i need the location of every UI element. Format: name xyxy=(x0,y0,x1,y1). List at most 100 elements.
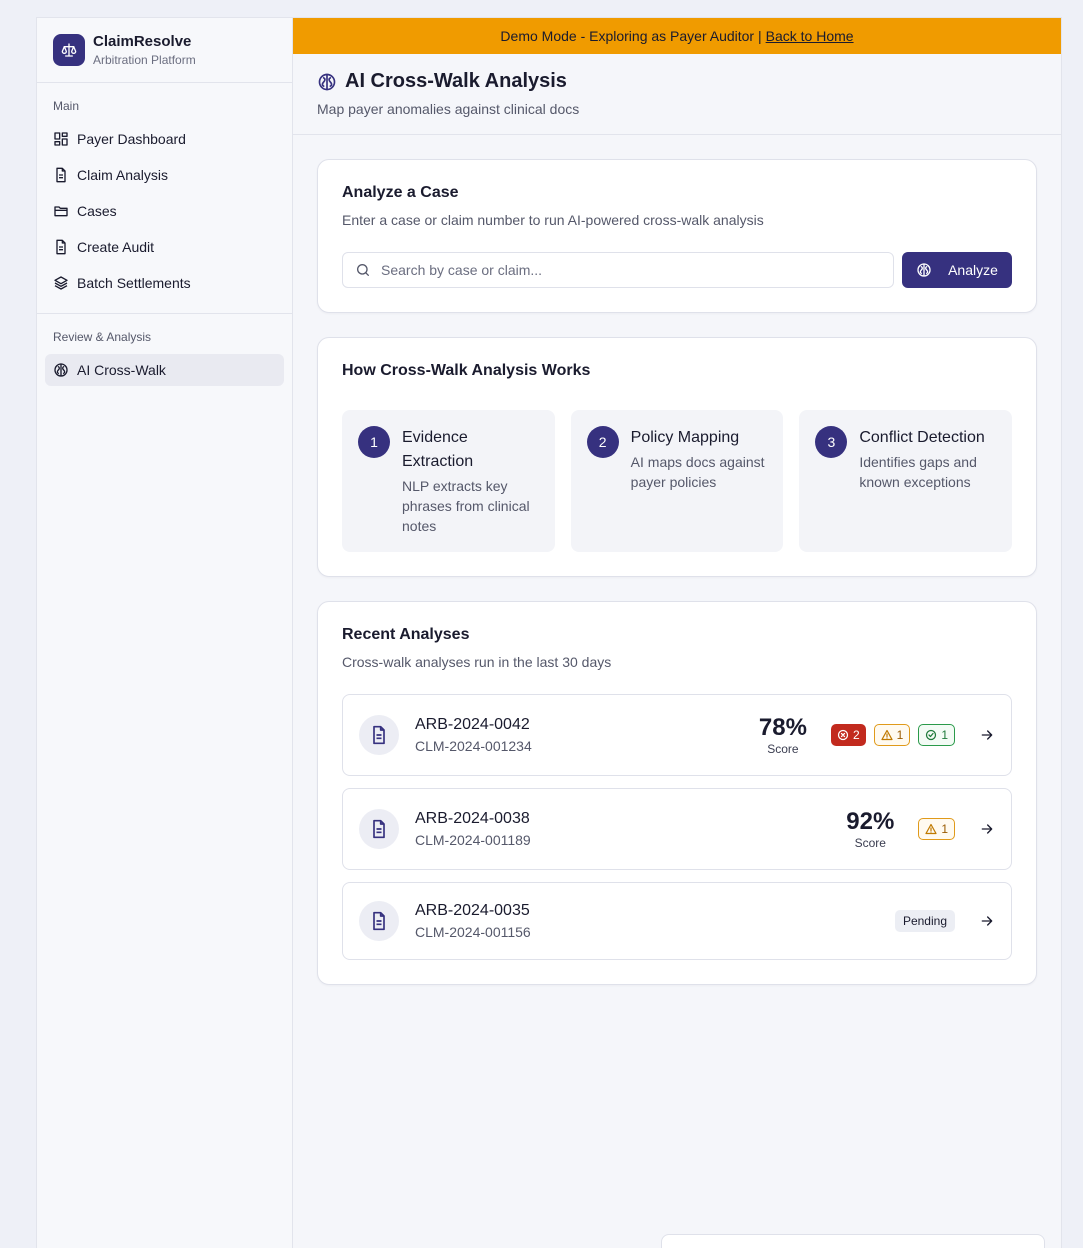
recent-title: Recent Analyses xyxy=(342,626,470,643)
step-title: Evidence Extraction xyxy=(402,429,474,470)
row-main: ARB-2024-0035 CLM-2024-001156 xyxy=(415,902,895,940)
search-input[interactable] xyxy=(381,262,881,278)
analysis-row[interactable]: ARB-2024-0038 CLM-2024-001189 92% Score … xyxy=(342,788,1012,870)
step-description: Identifies gaps and known exceptions xyxy=(859,454,977,490)
folder-icon xyxy=(54,206,68,217)
page-subtitle: Map payer anomalies against clinical doc… xyxy=(317,101,580,117)
warning-count: 1 xyxy=(941,822,948,836)
case-number: ARB-2024-0042 xyxy=(415,716,530,733)
step-card: 1 Evidence Extraction NLP extracts key p… xyxy=(342,410,555,552)
step-description: AI maps docs against payer policies xyxy=(630,454,765,490)
sidebar-item-label: Cases xyxy=(77,203,117,219)
analysis-list: ARB-2024-0042 CLM-2024-001234 78% Score … xyxy=(342,694,1012,960)
conflict-count: 2 xyxy=(852,728,860,742)
analyze-title: Analyze a Case xyxy=(342,184,459,201)
x-circle-icon xyxy=(837,729,849,741)
steps: 1 Evidence Extraction NLP extracts key p… xyxy=(342,410,1013,552)
nav-section-main: Main Payer Dashboard Claim Analysis Case… xyxy=(37,83,292,313)
sidebar-item-label: Batch Settlements xyxy=(77,275,191,291)
search-box[interactable] xyxy=(342,252,894,288)
nav-heading: Main xyxy=(53,99,80,113)
pass-badge: 1 xyxy=(918,724,955,746)
score-value: 92% xyxy=(846,807,895,835)
brain-icon xyxy=(318,73,336,90)
nav-section-review: Review & Analysis AI Cross-Walk xyxy=(37,313,292,400)
step-description: NLP extracts key phrases from clinical n… xyxy=(402,478,530,534)
step-card: 3 Conflict Detection Identifies gaps and… xyxy=(799,410,1013,552)
sidebar-item-label: AI Cross-Walk xyxy=(77,362,166,378)
analysis-row[interactable]: ARB-2024-0042 CLM-2024-001234 78% Score … xyxy=(342,694,1012,776)
score: 92% Score xyxy=(846,807,895,850)
claim-number: CLM-2024-001189 xyxy=(415,832,531,848)
search-icon xyxy=(357,264,369,276)
page-header: AI Cross-Walk Analysis Map payer anomali… xyxy=(293,54,1061,135)
analyze-description: Enter a case or claim number to run AI-p… xyxy=(342,212,764,228)
content-area: Analyze a Case Enter a case or claim num… xyxy=(293,135,1061,1033)
sidebar-item-payer-dashboard[interactable]: Payer Dashboard xyxy=(45,123,284,155)
warning-badge: 1 xyxy=(918,818,955,840)
page-title: AI Cross-Walk Analysis xyxy=(317,70,1037,93)
scale-icon xyxy=(53,34,85,66)
page-title-text: AI Cross-Walk Analysis xyxy=(345,70,567,92)
row-main: ARB-2024-0042 CLM-2024-001234 xyxy=(415,716,759,754)
warning-icon xyxy=(925,823,937,835)
document-icon xyxy=(359,901,399,941)
warning-badge: 1 xyxy=(873,724,911,746)
arrow-right-icon[interactable] xyxy=(979,913,995,929)
recent-analyses-card: Recent Analyses Cross-walk analyses run … xyxy=(317,601,1037,985)
brand-subtitle: Arbitration Platform xyxy=(93,53,196,67)
step-number: 1 xyxy=(358,426,390,458)
step-number: 3 xyxy=(815,426,848,458)
arrow-right-icon[interactable] xyxy=(979,727,995,743)
pass-count: 1 xyxy=(941,728,948,742)
brain-icon xyxy=(54,363,68,377)
sidebar-item-label: Payer Dashboard xyxy=(77,131,186,147)
claim-number: CLM-2024-001156 xyxy=(415,924,531,940)
step-number: 2 xyxy=(586,426,619,458)
step-title: Conflict Detection xyxy=(859,429,985,446)
row-main: ARB-2024-0038 CLM-2024-001189 xyxy=(415,810,846,848)
sidebar-item-create-audit[interactable]: Create Audit xyxy=(45,231,284,263)
app-frame: ClaimResolve Arbitration Platform Main P… xyxy=(36,17,1062,1248)
sidebar-item-claim-analysis[interactable]: Claim Analysis xyxy=(45,159,284,191)
demo-banner: Demo Mode - Exploring as Payer Auditor |… xyxy=(293,18,1061,54)
score-label: Score xyxy=(767,741,799,756)
badges: 1 xyxy=(918,818,955,840)
badges: Pending xyxy=(894,910,955,932)
case-number: ARB-2024-0035 xyxy=(415,902,530,919)
status-badge: Pending xyxy=(894,910,955,932)
step-card: 2 Policy Mapping AI maps docs against pa… xyxy=(570,410,784,552)
banner-text: Demo Mode - Exploring as Payer Auditor | xyxy=(500,28,762,44)
dashboard-icon xyxy=(54,132,68,146)
sidebar-item-cases[interactable]: Cases xyxy=(45,195,284,227)
analyze-button[interactable]: Analyze xyxy=(902,252,1012,288)
claim-number: CLM-2024-001234 xyxy=(415,738,532,754)
score-label: Score xyxy=(854,835,886,850)
step-title: Policy Mapping xyxy=(630,429,740,446)
sidebar: ClaimResolve Arbitration Platform Main P… xyxy=(37,18,293,1248)
sidebar-item-label: Create Audit xyxy=(77,239,155,255)
document-icon xyxy=(359,715,399,755)
check-circle-icon xyxy=(926,729,937,741)
conflict-badge: 2 xyxy=(830,724,866,746)
back-to-home-link[interactable]: Back to Home xyxy=(766,28,854,44)
brain-icon xyxy=(917,263,931,277)
sidebar-item-label: Claim Analysis xyxy=(77,167,169,183)
arrow-right-icon[interactable] xyxy=(979,821,995,837)
warning-count: 1 xyxy=(896,728,904,742)
analyze-card: Analyze a Case Enter a case or claim num… xyxy=(317,159,1037,313)
how-title: How Cross-Walk Analysis Works xyxy=(342,362,591,379)
layers-icon xyxy=(54,276,68,290)
document-icon xyxy=(56,167,66,183)
score-value: 78% xyxy=(758,713,807,741)
nav-heading: Review & Analysis xyxy=(53,330,152,344)
brand-name: ClaimResolve xyxy=(93,33,192,50)
sidebar-item-ai-cross-walk[interactable]: AI Cross-Walk xyxy=(45,354,284,386)
analysis-row[interactable]: ARB-2024-0035 CLM-2024-001156 Pending xyxy=(342,882,1012,960)
document-icon xyxy=(56,239,66,255)
brand[interactable]: ClaimResolve Arbitration Platform xyxy=(37,18,292,83)
sidebar-item-batch-settlements[interactable]: Batch Settlements xyxy=(45,267,284,299)
badges: 2 1 1 xyxy=(830,724,955,746)
recent-description: Cross-walk analyses run in the last 30 d… xyxy=(342,654,612,670)
analyze-button-label: Analyze xyxy=(948,262,998,278)
